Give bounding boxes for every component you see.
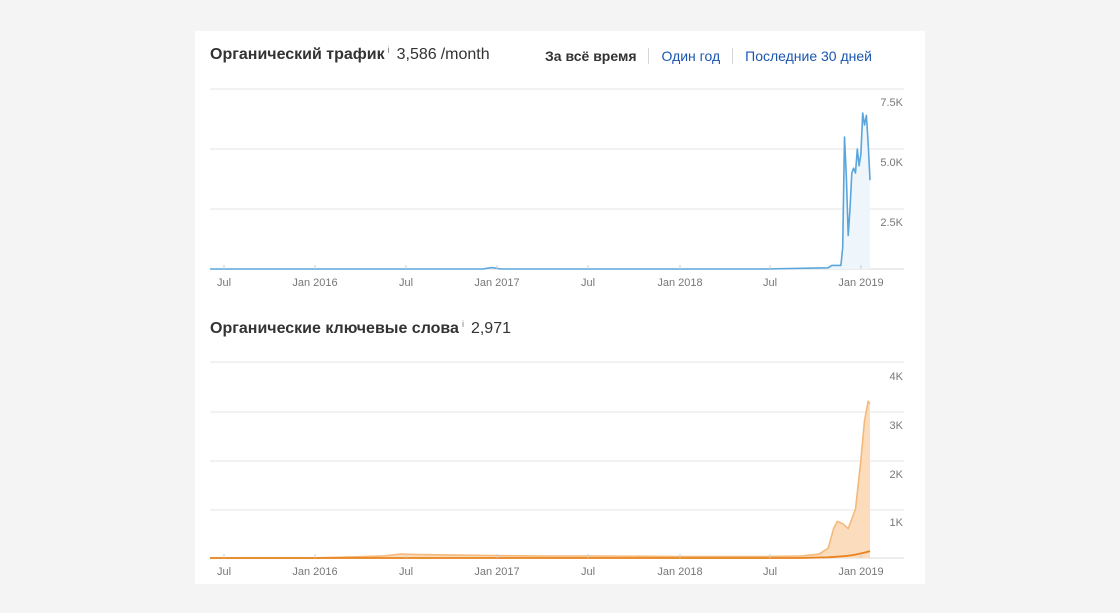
keywords-x-tick-label: Jan 2019: [838, 566, 883, 578]
keywords-series-line: [210, 400, 871, 559]
keywords-x-tick-label: Jul: [399, 566, 413, 578]
keywords-x-tick-label: Jan 2017: [474, 566, 519, 578]
keywords-x-tick-label: Jul: [217, 566, 231, 578]
overview-card: Органический трафик i 3,586 /month За вс…: [195, 31, 925, 584]
keywords-y-tick-label: 3K: [890, 420, 904, 432]
keywords-x-tick-label: Jan 2016: [292, 566, 337, 578]
keywords-y-tick-label: 4K: [890, 371, 904, 383]
keywords-y-tick-label: 2K: [890, 469, 904, 481]
keywords-series-area: [210, 401, 870, 558]
keywords-x-tick-label: Jan 2018: [657, 566, 702, 578]
keywords-y-tick-label: 1K: [890, 517, 904, 529]
keywords-chart: 4K 3K 2K 1K Jul Jan 2016 Jul Jan 2017 Jul Jan 201…: [210, 361, 904, 578]
keywords-x-tick-label: Jul: [581, 566, 595, 578]
keywords-x-tick-label: Jul: [763, 566, 777, 578]
